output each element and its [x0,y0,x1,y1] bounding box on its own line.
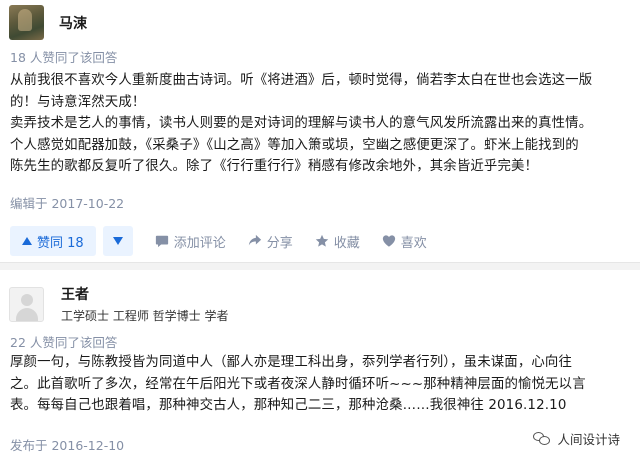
collect-button[interactable]: 收藏 [315,232,360,251]
content-line: 从前我很不喜欢今人重新度曲古诗词。听《将进酒》后，顿时觉得，倘若李太白在世也会选… [10,73,593,88]
edit-date[interactable]: 编辑于 2017-10-22 [10,193,124,212]
share-button[interactable]: 分享 [248,232,293,251]
content-line: 个人感觉如配器加鼓，《采桑子》《山之高》等加入箫或埙，空幽之感便更深了。虾米上能… [10,137,579,153]
author-meta: 王者 工学硕士 工程师 哲学博士 学者 [61,284,228,324]
author-row: 王者 工学硕士 工程师 哲学博士 学者 [9,284,228,324]
comment-bubble-icon [155,235,168,248]
answer-card-1: 马涑 18 人赞同了该回答 从前我很不喜欢今人重新度曲古诗词。听《将进酒》后，顿… [0,0,640,258]
answer-content: 厚颜一句，与陈教授皆为同道中人（鄙人亦是理工科出身，忝列学者行列），虽未谋面，心… [10,352,632,417]
vote-count-text: 22 人赞同了该回答 [10,335,118,350]
heart-icon [382,235,395,247]
watermark: 人间设计诗 [533,429,620,448]
add-comment-button[interactable]: 添加评论 [155,232,226,251]
content-line: 的！与诗意浑然天成！ [10,94,146,110]
vote-up-button[interactable]: 赞同 18 [10,226,96,256]
triangle-up-icon [22,237,32,245]
author-name[interactable]: 王者 [61,284,228,304]
star-icon [315,234,328,247]
collect-label: 收藏 [333,235,360,251]
vote-up-label: 赞同 18 [37,235,84,251]
content-line: 之。此首歌听了多次，经常在午后阳光下或者夜深人静时循环听~~~那种精神层面的愉悦… [10,376,586,392]
add-comment-label: 添加评论 [173,235,226,251]
answer-divider [0,262,640,270]
content-line: 陈先生的歌都反复听了很久。除了《行行重行行》稍感有修改余地外，其余皆近乎完美！ [10,159,539,174]
vote-down-button[interactable] [102,226,133,256]
author-row: 马涑 [9,5,87,40]
vote-count-text: 18 人赞同了该回答 [10,50,118,65]
watermark-text: 人间设计诗 [557,432,620,447]
author-name[interactable]: 马涑 [59,13,87,33]
share-label: 分享 [266,235,293,251]
publish-date[interactable]: 发布于 2016-12-10 [10,435,124,454]
author-headline: 工学硕士 工程师 哲学博士 学者 [61,309,229,323]
like-label: 喜欢 [400,235,427,251]
triangle-down-icon [112,237,123,245]
action-bar: 赞同 18 添加评论 分享 收藏 喜欢 [10,225,427,257]
avatar[interactable] [9,286,44,322]
like-button[interactable]: 喜欢 [382,232,427,251]
avatar[interactable] [9,5,44,40]
content-line: 表。每每自己也跟着唱，那种神交古人，那种知己二三，那种沧桑……我很神往 2016… [10,398,567,413]
answer-content: 从前我很不喜欢今人重新度曲古诗词。听《将进酒》后，顿时觉得，倘若李太白在世也会选… [10,70,632,178]
wechat-logo-icon [533,431,551,446]
content-line: 厚颜一句，与陈教授皆为同道中人（鄙人亦是理工科出身，忝列学者行列），虽未谋面，心… [10,355,573,370]
share-arrow-icon [248,234,261,246]
content-line: 卖弄技术是艺人的事情，读书人则要的是对诗词的理解与读书人的意气风发所流露出来的真… [10,116,593,131]
